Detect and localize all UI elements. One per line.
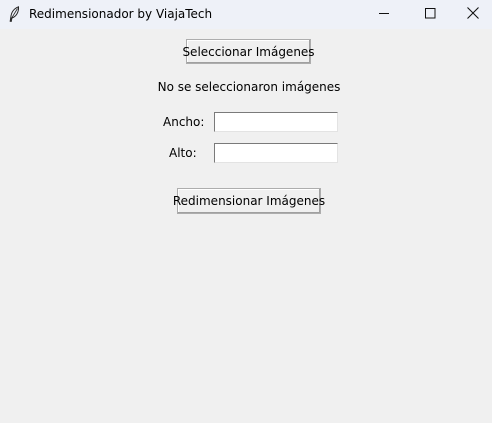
- title-bar[interactable]: Redimensionador by ViajaTech: [0, 0, 492, 29]
- feather-icon: [8, 6, 20, 22]
- height-label: Alto:: [169, 146, 197, 160]
- height-input[interactable]: [214, 143, 338, 163]
- close-icon: [466, 7, 479, 22]
- app-window: Redimensionador by ViajaTech Seleccionar…: [0, 0, 492, 423]
- select-images-button[interactable]: Seleccionar Imágenes: [182, 39, 315, 64]
- status-text: No se seleccionaron imágenes: [157, 80, 341, 94]
- maximize-button[interactable]: [407, 0, 453, 29]
- maximize-icon: [424, 7, 436, 22]
- width-label: Ancho:: [163, 115, 205, 129]
- width-input[interactable]: [214, 112, 338, 132]
- window-title: Redimensionador by ViajaTech: [29, 7, 213, 21]
- minimize-icon: [378, 8, 390, 22]
- close-button[interactable]: [453, 0, 492, 29]
- minimize-button[interactable]: [361, 0, 407, 29]
- resize-images-button[interactable]: Redimensionar Imágenes: [173, 188, 325, 214]
